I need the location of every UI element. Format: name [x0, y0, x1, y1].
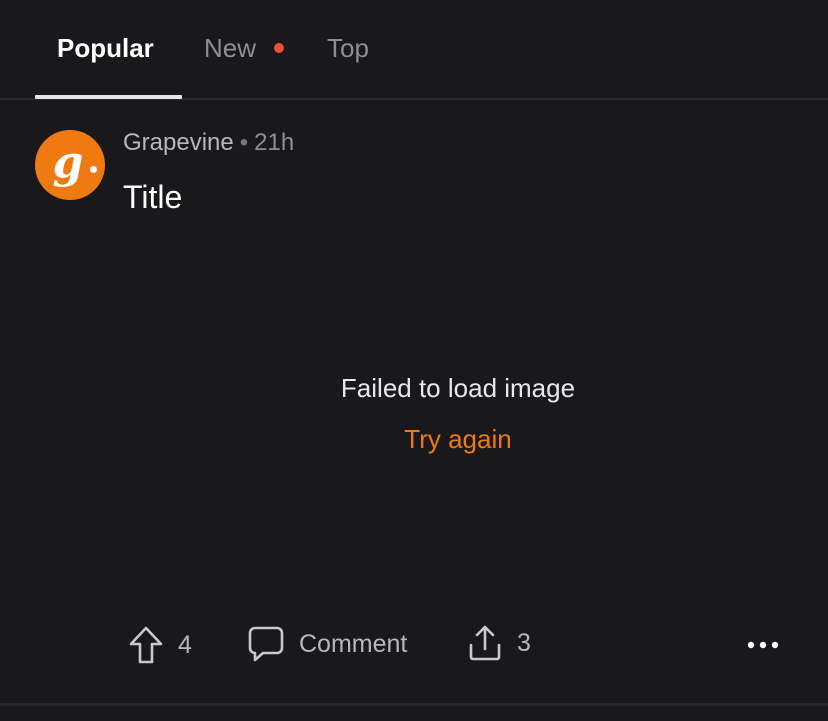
comment-bubble-icon: [247, 625, 285, 663]
comment-button[interactable]: Comment: [247, 625, 407, 663]
more-dots-icon: [746, 633, 780, 657]
meta-separator: •: [239, 129, 249, 156]
share-button[interactable]: 3: [467, 624, 531, 662]
community-name[interactable]: Grapevine: [123, 129, 234, 156]
more-options-button[interactable]: [746, 633, 780, 657]
avatar-logo-dot: [90, 166, 97, 173]
try-again-button[interactable]: Try again: [0, 422, 828, 456]
tab-top[interactable]: Top: [327, 30, 369, 66]
avatar-logo-letter: g: [52, 136, 84, 188]
community-avatar[interactable]: g: [35, 130, 105, 200]
post-age: 21h: [254, 129, 295, 156]
upvote-arrow-icon: [128, 625, 164, 665]
tab-new[interactable]: New: [204, 30, 256, 66]
upvote-count: 4: [178, 630, 192, 659]
post-divider: [0, 703, 828, 706]
share-count: 3: [517, 628, 531, 657]
new-indicator-dot: [274, 43, 284, 53]
post-title[interactable]: Title: [123, 176, 182, 218]
comment-label: Comment: [299, 629, 408, 658]
share-upload-icon: [467, 624, 503, 662]
feed-tabs: Popular New Top: [0, 0, 828, 100]
post-meta: Grapevine • 21h: [123, 127, 294, 159]
active-tab-indicator: [35, 95, 182, 99]
image-error-message: Failed to load image: [340, 373, 576, 403]
upvote-button[interactable]: 4: [128, 625, 192, 665]
tab-popular[interactable]: Popular: [57, 30, 154, 66]
